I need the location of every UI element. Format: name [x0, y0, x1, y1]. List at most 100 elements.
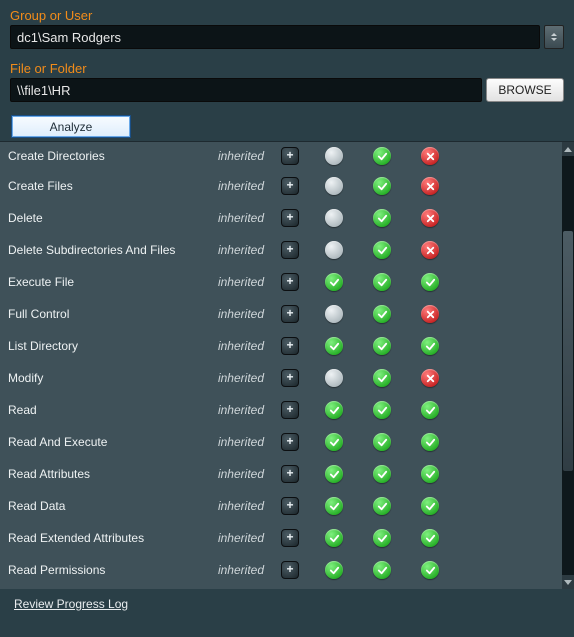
expand-cell: + [270, 305, 310, 323]
check-icon [421, 433, 439, 451]
group-user-input[interactable] [10, 25, 540, 49]
inherited-label: inherited [206, 179, 270, 193]
plus-icon: + [286, 275, 293, 287]
inherited-label: inherited [206, 243, 270, 257]
status-col-2 [358, 465, 406, 483]
browse-button[interactable]: BROWSE [486, 78, 564, 102]
check-icon [421, 497, 439, 515]
expand-button[interactable]: + [281, 241, 299, 259]
cross-icon [421, 147, 439, 165]
status-col-1 [310, 177, 358, 195]
permissions-grid: Create Directories inherited + Create Files… [0, 141, 574, 589]
permission-name: Create Directories [8, 149, 206, 163]
plus-icon: + [286, 499, 293, 511]
expand-cell: + [270, 241, 310, 259]
plus-icon: + [286, 403, 293, 415]
check-icon [373, 209, 391, 227]
expand-cell: + [270, 209, 310, 227]
permission-row: Read Attributesinherited+ [0, 458, 562, 490]
plus-icon: + [286, 339, 293, 351]
inherited-label: inherited [206, 563, 270, 577]
check-icon [373, 529, 391, 547]
scroll-thumb[interactable] [563, 231, 573, 471]
status-col-3 [406, 177, 454, 195]
expand-button[interactable]: + [281, 177, 299, 195]
status-col-2 [358, 273, 406, 291]
neutral-icon [325, 369, 343, 387]
file-folder-row: BROWSE [10, 78, 564, 102]
permission-name: Read Extended Attributes [8, 531, 206, 545]
analyze-button[interactable]: Analyze [12, 116, 130, 137]
inherited-label: inherited [206, 531, 270, 545]
file-folder-label: File or Folder [10, 61, 564, 76]
status-col-1 [310, 209, 358, 227]
status-col-3 [406, 273, 454, 291]
scroll-track[interactable] [562, 156, 574, 575]
check-icon [421, 465, 439, 483]
check-icon [325, 497, 343, 515]
scroll-down-button[interactable] [562, 575, 574, 589]
status-col-1 [310, 529, 358, 547]
status-col-2 [358, 369, 406, 387]
check-icon [373, 561, 391, 579]
permission-name: Delete Subdirectories And Files [8, 243, 206, 257]
check-icon [373, 433, 391, 451]
neutral-icon [325, 241, 343, 259]
plus-icon: + [286, 179, 293, 191]
permission-row: Execute Fileinherited+ [0, 266, 562, 298]
check-icon [421, 337, 439, 355]
review-progress-log-link[interactable]: Review Progress Log [14, 597, 128, 611]
permission-name: Full Control [8, 307, 206, 321]
status-col-3 [406, 465, 454, 483]
check-icon [373, 273, 391, 291]
check-icon [325, 561, 343, 579]
check-icon [325, 337, 343, 355]
status-col-2 [358, 241, 406, 259]
neutral-icon [325, 177, 343, 195]
inherited-label: inherited [206, 467, 270, 481]
check-icon [373, 177, 391, 195]
check-icon [373, 401, 391, 419]
vertical-scrollbar[interactable] [562, 142, 574, 589]
permission-row: Full Controlinherited+ [0, 298, 562, 330]
status-col-3 [406, 241, 454, 259]
cross-icon [421, 241, 439, 259]
expand-button[interactable]: + [281, 337, 299, 355]
permission-name: Delete [8, 211, 206, 225]
check-icon [325, 401, 343, 419]
expand-cell: + [270, 177, 310, 195]
neutral-icon [325, 305, 343, 323]
expand-button[interactable]: + [281, 401, 299, 419]
status-col-3 [406, 337, 454, 355]
group-user-dropdown-button[interactable] [544, 25, 564, 49]
status-col-2 [358, 337, 406, 355]
expand-cell: + [270, 561, 310, 579]
expand-button[interactable]: + [281, 465, 299, 483]
check-icon [421, 401, 439, 419]
status-col-1 [310, 401, 358, 419]
expand-button[interactable]: + [281, 147, 299, 165]
status-col-2 [358, 497, 406, 515]
permission-name: Create Files [8, 179, 206, 193]
expand-button[interactable]: + [281, 433, 299, 451]
expand-cell: + [270, 337, 310, 355]
scroll-up-button[interactable] [562, 142, 574, 156]
expand-button[interactable]: + [281, 561, 299, 579]
permission-name: Read Permissions [8, 563, 206, 577]
expand-button[interactable]: + [281, 305, 299, 323]
expand-cell: + [270, 497, 310, 515]
plus-icon: + [286, 371, 293, 383]
permission-row: List Directoryinherited+ [0, 330, 562, 362]
expand-button[interactable]: + [281, 209, 299, 227]
plus-icon: + [286, 307, 293, 319]
expand-button[interactable]: + [281, 273, 299, 291]
expand-button[interactable]: + [281, 529, 299, 547]
status-col-1 [310, 369, 358, 387]
expand-button[interactable]: + [281, 369, 299, 387]
inherited-label: inherited [206, 211, 270, 225]
file-folder-input[interactable] [10, 78, 482, 102]
plus-icon: + [286, 563, 293, 575]
check-icon [373, 241, 391, 259]
permission-row: Delete Subdirectories And Filesinherited… [0, 234, 562, 266]
expand-button[interactable]: + [281, 497, 299, 515]
